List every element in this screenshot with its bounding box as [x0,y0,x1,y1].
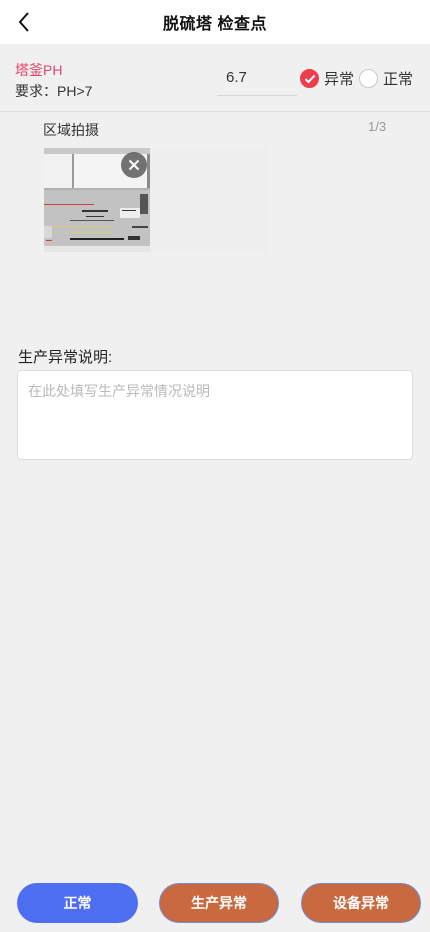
radio-checked-circle [300,69,319,88]
photo-slot [150,148,268,252]
back-button[interactable] [10,8,38,36]
inspection-item-row: 塔釜PH 要求：PH>7 异常 正常 [0,52,430,112]
production-abnormal-button[interactable]: 生产异常 [159,883,279,923]
equipment-abnormal-button[interactable]: 设备异常 [301,883,421,923]
photo-count: 1/3 [368,119,387,134]
ph-value-input[interactable] [217,60,297,96]
radio-abnormal-label: 异常 [324,71,355,88]
normal-button[interactable]: 正常 [17,883,138,923]
radio-abnormal[interactable]: 异常 [300,68,354,89]
photo-section-title: 区域拍摄 [43,122,99,138]
description-label: 生产异常说明: [18,349,113,366]
remove-photo-button[interactable] [121,152,147,178]
item-requirement: 要求：PH>7 [15,83,93,99]
item-name: 塔釜PH [15,62,63,78]
close-icon [128,159,140,171]
radio-normal-label: 正常 [383,71,414,88]
radio-normal[interactable]: 正常 [359,68,413,89]
status-radio-group: 异常 正常 [300,68,418,89]
top-navigation-bar: 脱硫塔 检查点 [0,0,430,44]
chevron-left-icon [18,12,29,32]
description-textarea[interactable] [17,370,413,460]
radio-unchecked-circle [359,69,379,88]
checkmark-icon [304,74,315,83]
page-title: 脱硫塔 检查点 [163,16,267,33]
